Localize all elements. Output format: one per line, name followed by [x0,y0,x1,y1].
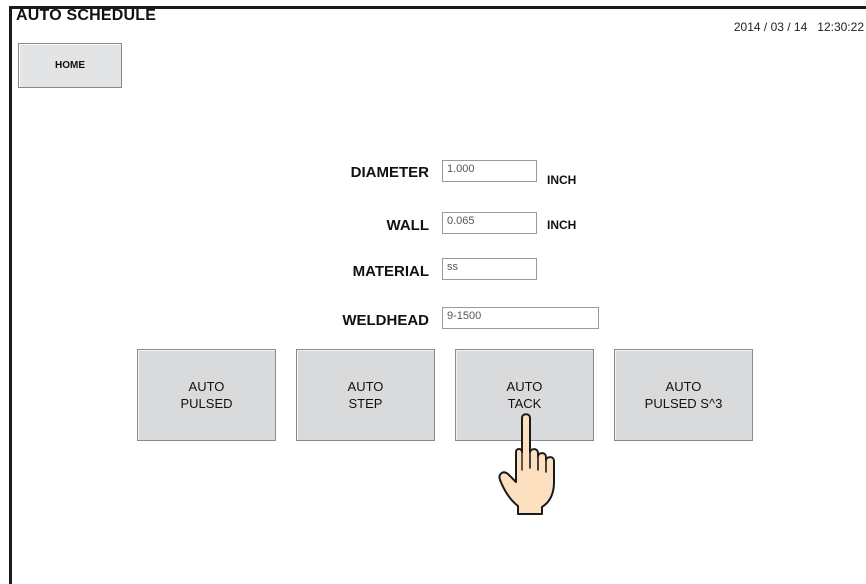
time-text: 12:30:22 [817,20,864,34]
screen-frame [9,6,866,584]
datetime-display: 2014 / 03 / 14 12:30:22 [734,20,864,34]
home-button[interactable]: HOME [18,43,122,88]
auto-pulsed-button[interactable]: AUTO PULSED [137,349,276,441]
material-label: MATERIAL [352,263,429,280]
wall-label: WALL [386,217,430,234]
weldhead-field[interactable]: 9-1500 [442,307,599,329]
date-text: 2014 / 03 / 14 [733,20,808,34]
diameter-field[interactable]: 1.000 [442,160,537,182]
wall-field[interactable]: 0.065 [442,212,537,234]
material-field[interactable]: ss [442,258,537,280]
wall-unit: INCH [547,218,577,232]
diameter-label: DIAMETER [350,164,429,181]
auto-step-button[interactable]: AUTO STEP [296,349,435,441]
diameter-unit: INCH [547,173,577,187]
weldhead-label: WELDHEAD [342,312,429,329]
auto-pulsed-s3-button[interactable]: AUTO PULSED S^3 [614,349,753,441]
page-title: AUTO SCHEDULE [16,7,157,24]
pointing-hand-icon [498,413,555,515]
